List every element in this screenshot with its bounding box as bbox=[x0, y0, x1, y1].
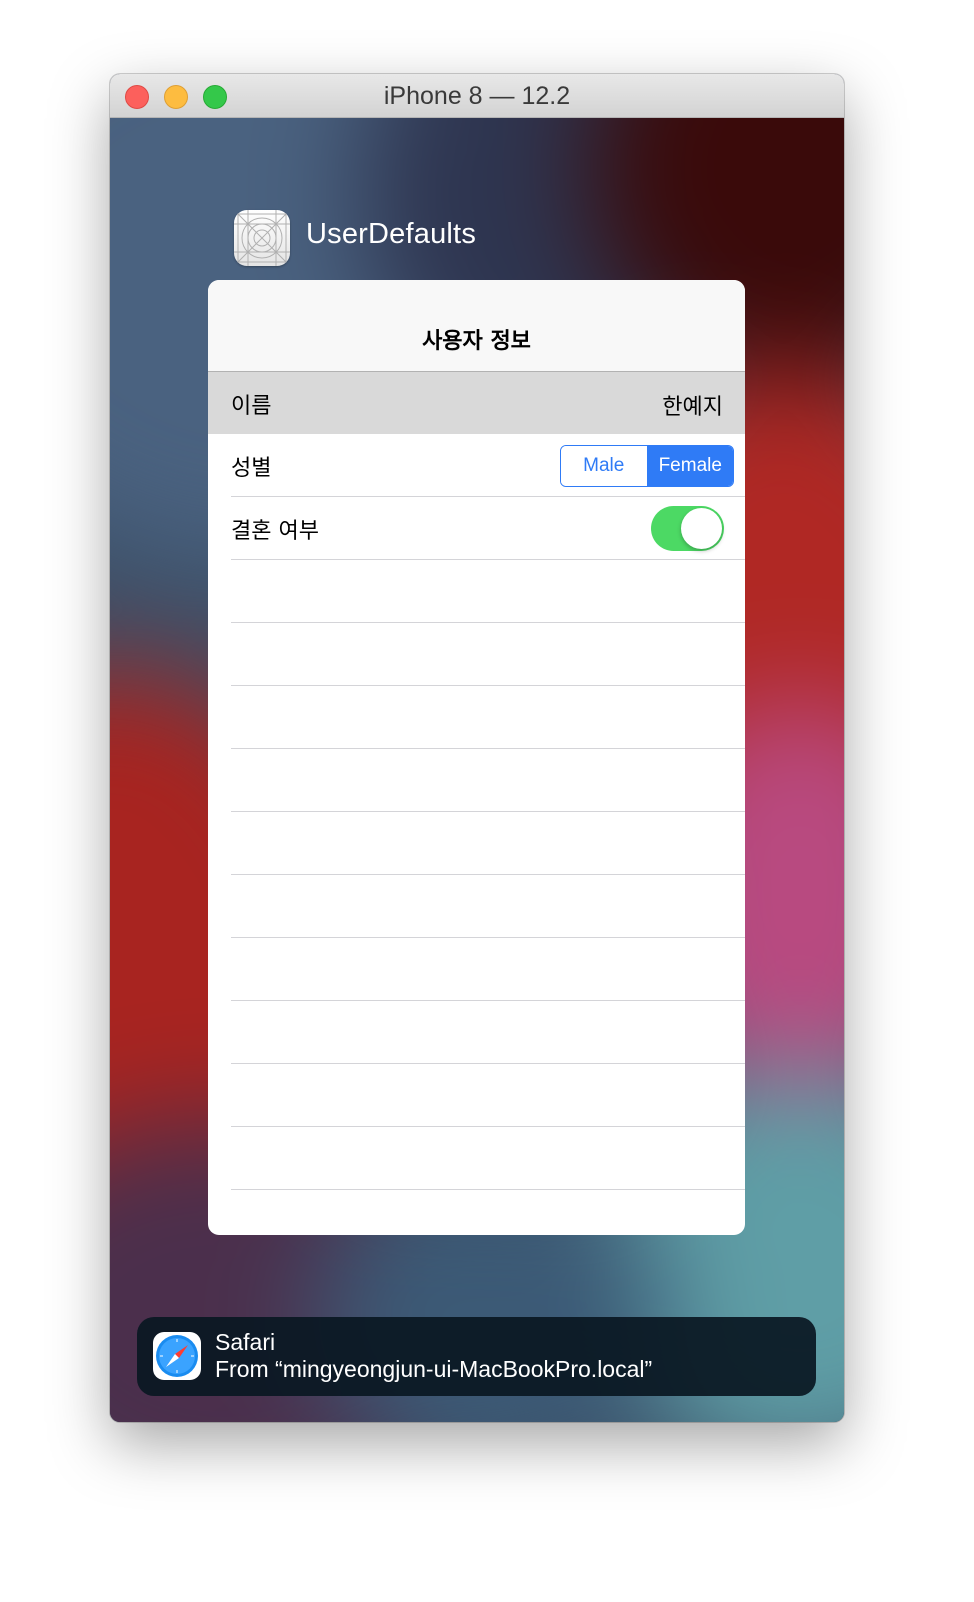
table-row-gender: 성별 Male Female bbox=[208, 434, 745, 496]
segment-male[interactable]: Male bbox=[561, 446, 647, 486]
row-separator bbox=[231, 811, 745, 812]
app-placeholder-grid-icon bbox=[234, 210, 290, 266]
banner-body: From “mingyeongjun-ui-MacBookPro.local” bbox=[215, 1356, 653, 1382]
title-bar: iPhone 8 — 12.2 bbox=[110, 74, 844, 118]
segment-female[interactable]: Female bbox=[646, 446, 733, 486]
device-screen: UserDefaults 사용자 정보 이름 한예지 성별 Male Femal… bbox=[110, 118, 844, 1422]
married-switch[interactable] bbox=[651, 506, 724, 551]
row-label-gender: 성별 bbox=[231, 456, 272, 481]
row-separator bbox=[231, 748, 745, 749]
nav-title: 사용자 정보 bbox=[422, 329, 531, 354]
banner-title: Safari bbox=[215, 1329, 276, 1355]
airdrop-banner[interactable]: Safari From “mingyeongjun-ui-MacBookPro.… bbox=[137, 1317, 816, 1396]
notification-app-name: UserDefaults bbox=[306, 218, 477, 250]
switch-knob bbox=[681, 508, 722, 549]
row-separator bbox=[231, 622, 745, 623]
notification-content-card: 사용자 정보 이름 한예지 성별 Male Female 결혼 여부 bbox=[208, 280, 745, 1235]
table-row-name[interactable]: 이름 한예지 bbox=[208, 372, 745, 434]
table-row-married: 결혼 여부 bbox=[208, 497, 745, 559]
row-separator bbox=[231, 1126, 745, 1127]
window-title: iPhone 8 — 12.2 bbox=[383, 82, 571, 110]
row-separator bbox=[231, 1063, 745, 1064]
gender-segmented-control[interactable]: Male Female bbox=[560, 445, 734, 487]
row-separator bbox=[231, 559, 745, 560]
simulator-window: iPhone 8 — 12.2 UserDefaults 사용자 정보 이름 한… bbox=[110, 74, 844, 1422]
row-separator bbox=[231, 685, 745, 686]
row-separator bbox=[231, 874, 745, 875]
navigation-bar: 사용자 정보 bbox=[208, 280, 745, 372]
row-separator bbox=[231, 1189, 745, 1190]
row-value-name: 한예지 bbox=[662, 395, 723, 420]
row-label-married: 결혼 여부 bbox=[231, 519, 319, 544]
row-label-name: 이름 bbox=[231, 394, 272, 419]
safari-compass-icon bbox=[153, 1332, 201, 1380]
row-separator bbox=[231, 937, 745, 938]
row-separator bbox=[231, 1000, 745, 1001]
